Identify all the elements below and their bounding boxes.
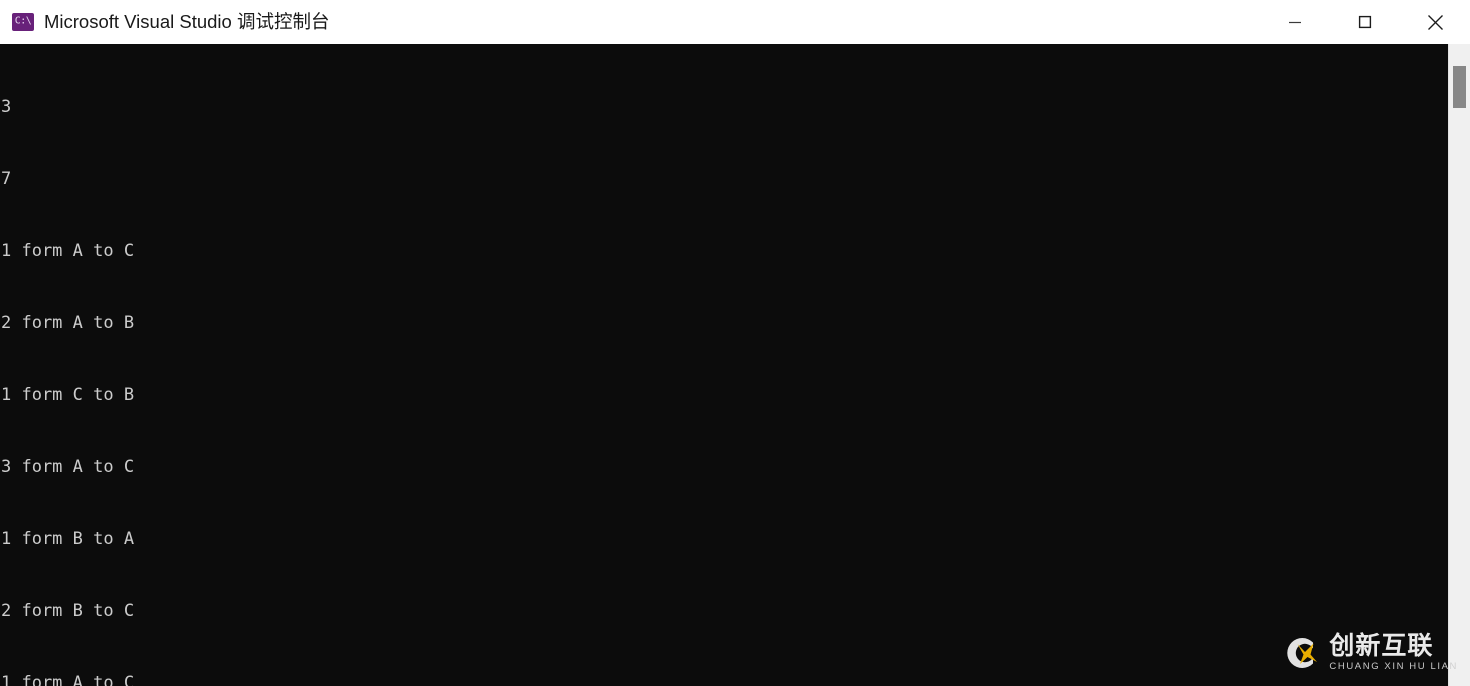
minimize-button[interactable] [1260,0,1330,44]
app-icon-glyph: C:\ [14,15,32,27]
titlebar-left: C:\ Microsoft Visual Studio 调试控制台 [0,11,329,33]
console-window: C:\ Microsoft Visual Studio 调试控制台 3 7 1 … [0,0,1470,686]
console-line: 1 form A to C [1,673,135,686]
console-line: 2 form A to B [1,313,135,333]
console-output-area[interactable]: 3 7 1 form A to C 2 form A to B 1 form C… [0,44,1470,686]
console-line: 3 [1,97,12,117]
console-line: 1 form B to A [1,529,135,549]
console-text-buffer: 3 7 1 form A to C 2 form A to B 1 form C… [0,44,683,686]
window-title: Microsoft Visual Studio 调试控制台 [44,11,330,32]
window-controls [1260,0,1470,44]
console-line: 3 form A to C [1,457,135,477]
maximize-icon [1358,15,1372,29]
console-line: 1 form A to C [1,241,135,261]
maximize-button[interactable] [1330,0,1400,44]
close-icon [1427,14,1444,31]
console-line: 7 [1,169,12,189]
console-app-icon: C:\ [12,13,34,31]
console-line: 1 form C to B [1,385,135,405]
console-line: 2 form B to C [1,601,135,621]
close-button[interactable] [1400,0,1470,44]
vertical-scrollbar[interactable] [1448,44,1470,686]
scrollbar-thumb[interactable] [1453,66,1466,108]
minimize-icon [1288,15,1302,29]
titlebar: C:\ Microsoft Visual Studio 调试控制台 [0,0,1470,44]
